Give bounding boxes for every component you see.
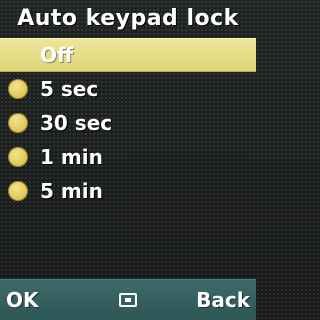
option-1-min[interactable]: 1 min — [0, 140, 256, 174]
back-softkey[interactable]: Back — [196, 280, 250, 320]
option-label: 30 sec — [40, 111, 113, 135]
radio-bullet-icon — [8, 147, 28, 167]
option-30-sec[interactable]: 30 sec — [0, 106, 256, 140]
option-off[interactable]: Off — [0, 38, 256, 72]
softkey-bar: OK Back — [0, 279, 256, 320]
radio-bullet-icon — [8, 79, 28, 99]
option-label: 1 min — [40, 145, 103, 169]
radio-bullet-icon — [8, 46, 28, 66]
screen-title: Auto keypad lock — [17, 6, 239, 31]
option-label: 5 min — [40, 179, 103, 203]
options-list: Off 5 sec 30 sec 1 min 5 min — [0, 38, 256, 208]
radio-bullet-icon — [8, 181, 28, 201]
select-square-icon[interactable] — [119, 293, 137, 307]
option-5-sec[interactable]: 5 sec — [0, 72, 256, 106]
option-label: 5 sec — [40, 77, 99, 101]
option-5-min[interactable]: 5 min — [0, 174, 256, 208]
option-label: Off — [40, 43, 74, 67]
radio-bullet-icon — [8, 113, 28, 133]
ok-softkey[interactable]: OK — [6, 280, 39, 320]
